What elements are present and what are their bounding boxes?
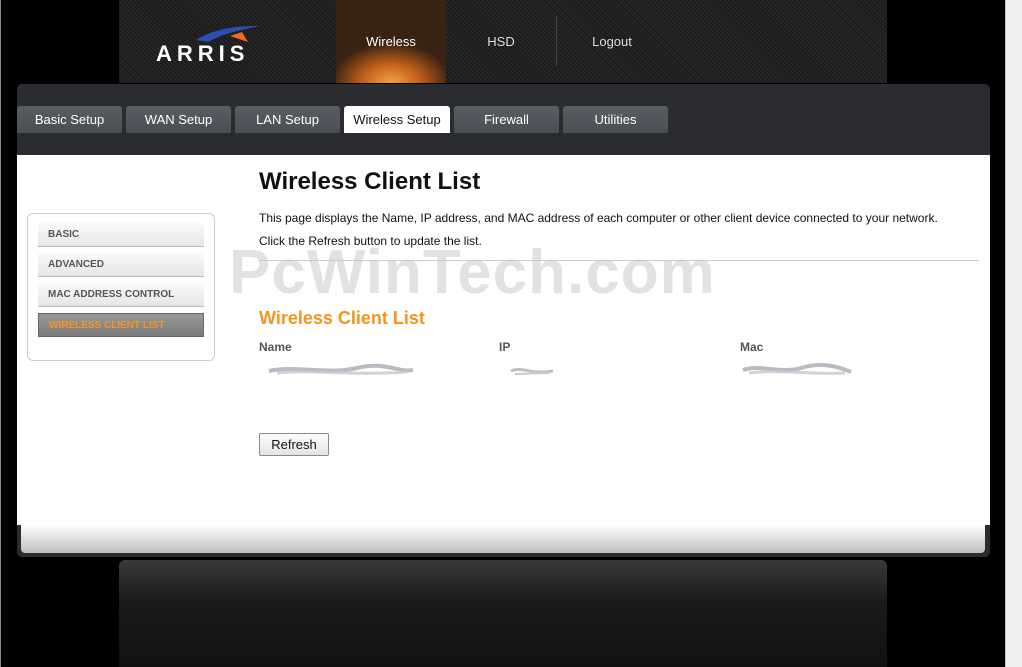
tab-firewall[interactable]: Firewall bbox=[454, 106, 559, 133]
tab-wireless-setup[interactable]: Wireless Setup bbox=[344, 106, 450, 133]
sidebar-item-wireless-client-list[interactable]: WIRELESS CLIENT LIST bbox=[38, 313, 204, 337]
window-frame-left bbox=[0, 0, 1, 667]
main-panel: Basic Setup WAN Setup LAN Setup Wireless… bbox=[17, 84, 990, 557]
refresh-button[interactable]: Refresh bbox=[259, 433, 329, 456]
column-header-name: Name bbox=[259, 340, 292, 354]
header-bar: ARRIS Wireless HSD Logout bbox=[119, 0, 887, 83]
tab-lan-setup[interactable]: LAN Setup bbox=[235, 106, 340, 133]
tab-bar: Basic Setup WAN Setup LAN Setup Wireless… bbox=[17, 106, 672, 155]
sidebar-item-mac-address-control[interactable]: MAC ADDRESS CONTROL bbox=[38, 283, 204, 307]
sidebar-item-basic[interactable]: BASIC bbox=[38, 223, 204, 247]
tab-wan-setup[interactable]: WAN Setup bbox=[126, 106, 231, 133]
top-nav: Wireless HSD Logout bbox=[336, 0, 667, 83]
topnav-logout[interactable]: Logout bbox=[557, 0, 667, 83]
column-header-ip: IP bbox=[499, 340, 511, 354]
topnav-hsd[interactable]: HSD bbox=[446, 0, 556, 83]
content-footer-bar bbox=[21, 525, 985, 553]
content-area: BASIC ADVANCED MAC ADDRESS CONTROL WIREL… bbox=[17, 155, 990, 525]
sidebar: BASIC ADVANCED MAC ADDRESS CONTROL WIREL… bbox=[27, 213, 215, 361]
topnav-wireless[interactable]: Wireless bbox=[336, 0, 446, 83]
tab-basic-setup[interactable]: Basic Setup bbox=[17, 106, 122, 133]
bottom-band bbox=[119, 560, 887, 667]
logo-text: ARRIS bbox=[156, 41, 250, 66]
redacted-ip-value bbox=[510, 367, 554, 375]
page-description: This page displays the Name, IP address,… bbox=[259, 207, 979, 253]
sidebar-item-advanced[interactable]: ADVANCED bbox=[38, 253, 204, 277]
description-line-1: This page displays the Name, IP address,… bbox=[259, 211, 938, 225]
window-frame-right bbox=[1005, 0, 1022, 667]
section-title: Wireless Client List bbox=[259, 308, 425, 328]
page-title: Wireless Client List bbox=[259, 168, 481, 195]
description-line-2: Click the Refresh button to update the l… bbox=[259, 234, 482, 248]
column-header-mac: Mac bbox=[740, 340, 764, 354]
arris-logo: ARRIS bbox=[156, 24, 266, 68]
redacted-name-value bbox=[268, 363, 414, 375]
tab-utilities[interactable]: Utilities bbox=[563, 106, 668, 133]
redacted-mac-value bbox=[742, 363, 852, 375]
divider bbox=[259, 260, 979, 261]
